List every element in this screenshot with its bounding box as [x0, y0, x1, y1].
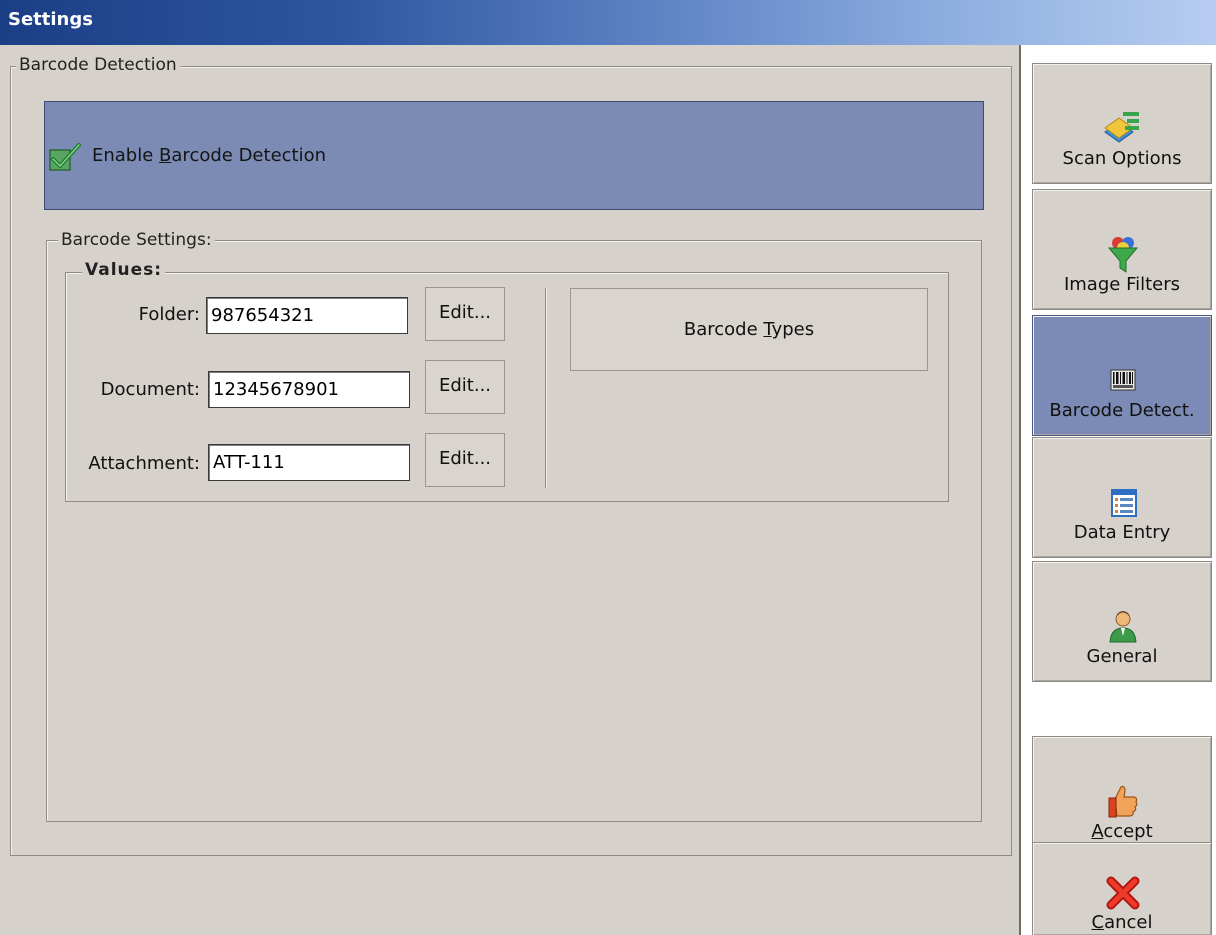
sidebar-item-barcode-detect[interactable]: Barcode Detect. — [1032, 315, 1212, 436]
sidebar-item-label: Scan Options — [1062, 148, 1182, 169]
scan-options-icon — [1104, 112, 1139, 143]
barcode-detection-group-label: Barcode Detection — [16, 55, 180, 75]
user-icon — [1109, 611, 1137, 643]
attachment-edit-button[interactable]: Edit... — [425, 433, 505, 487]
barcode-types-button[interactable]: Barcode Types — [570, 288, 928, 371]
sidebar-item-image-filters[interactable]: Image Filters — [1032, 189, 1212, 310]
red-x-icon — [1106, 876, 1140, 910]
sidebar-item-label: Accept — [1091, 821, 1153, 842]
window-title: Settings — [8, 9, 93, 30]
sidebar-item-label: Data Entry — [1073, 522, 1171, 543]
sidebar-item-scan-options[interactable]: Scan Options — [1032, 63, 1212, 184]
sidebar-item-general[interactable]: General — [1032, 561, 1212, 682]
folder-input[interactable] — [206, 297, 408, 334]
title-bar: Settings — [0, 0, 1216, 45]
folder-edit-button[interactable]: Edit... — [425, 287, 505, 341]
enable-barcode-checkbox[interactable] — [48, 142, 82, 172]
cancel-button[interactable]: Cancel — [1032, 842, 1212, 935]
attachment-input[interactable] — [208, 444, 410, 481]
attachment-label: Attachment: — [88, 453, 200, 474]
document-edit-button[interactable]: Edit... — [425, 360, 505, 414]
values-divider — [545, 288, 546, 488]
sidebar-item-label: Barcode Detect. — [1049, 400, 1195, 421]
barcode-settings-group-label: Barcode Settings: — [58, 230, 215, 250]
values-group-label: Values: — [82, 260, 166, 280]
sidebar-item-label: Cancel — [1091, 912, 1153, 933]
document-input[interactable] — [208, 371, 410, 408]
sidebar-item-label: Image Filters — [1063, 274, 1181, 295]
funnel-icon — [1107, 237, 1139, 273]
folder-label: Folder: — [138, 304, 200, 325]
accept-button[interactable]: Accept — [1032, 736, 1212, 857]
barcode-icon — [1110, 369, 1136, 391]
sidebar-item-data-entry[interactable]: Data Entry — [1032, 437, 1212, 558]
document-label: Document: — [100, 379, 200, 400]
sidebar-item-label: General — [1086, 646, 1158, 667]
enable-barcode-label[interactable]: Enable Barcode Detection — [92, 145, 326, 166]
form-list-icon — [1111, 489, 1137, 517]
thumbs-up-icon — [1108, 785, 1138, 818]
